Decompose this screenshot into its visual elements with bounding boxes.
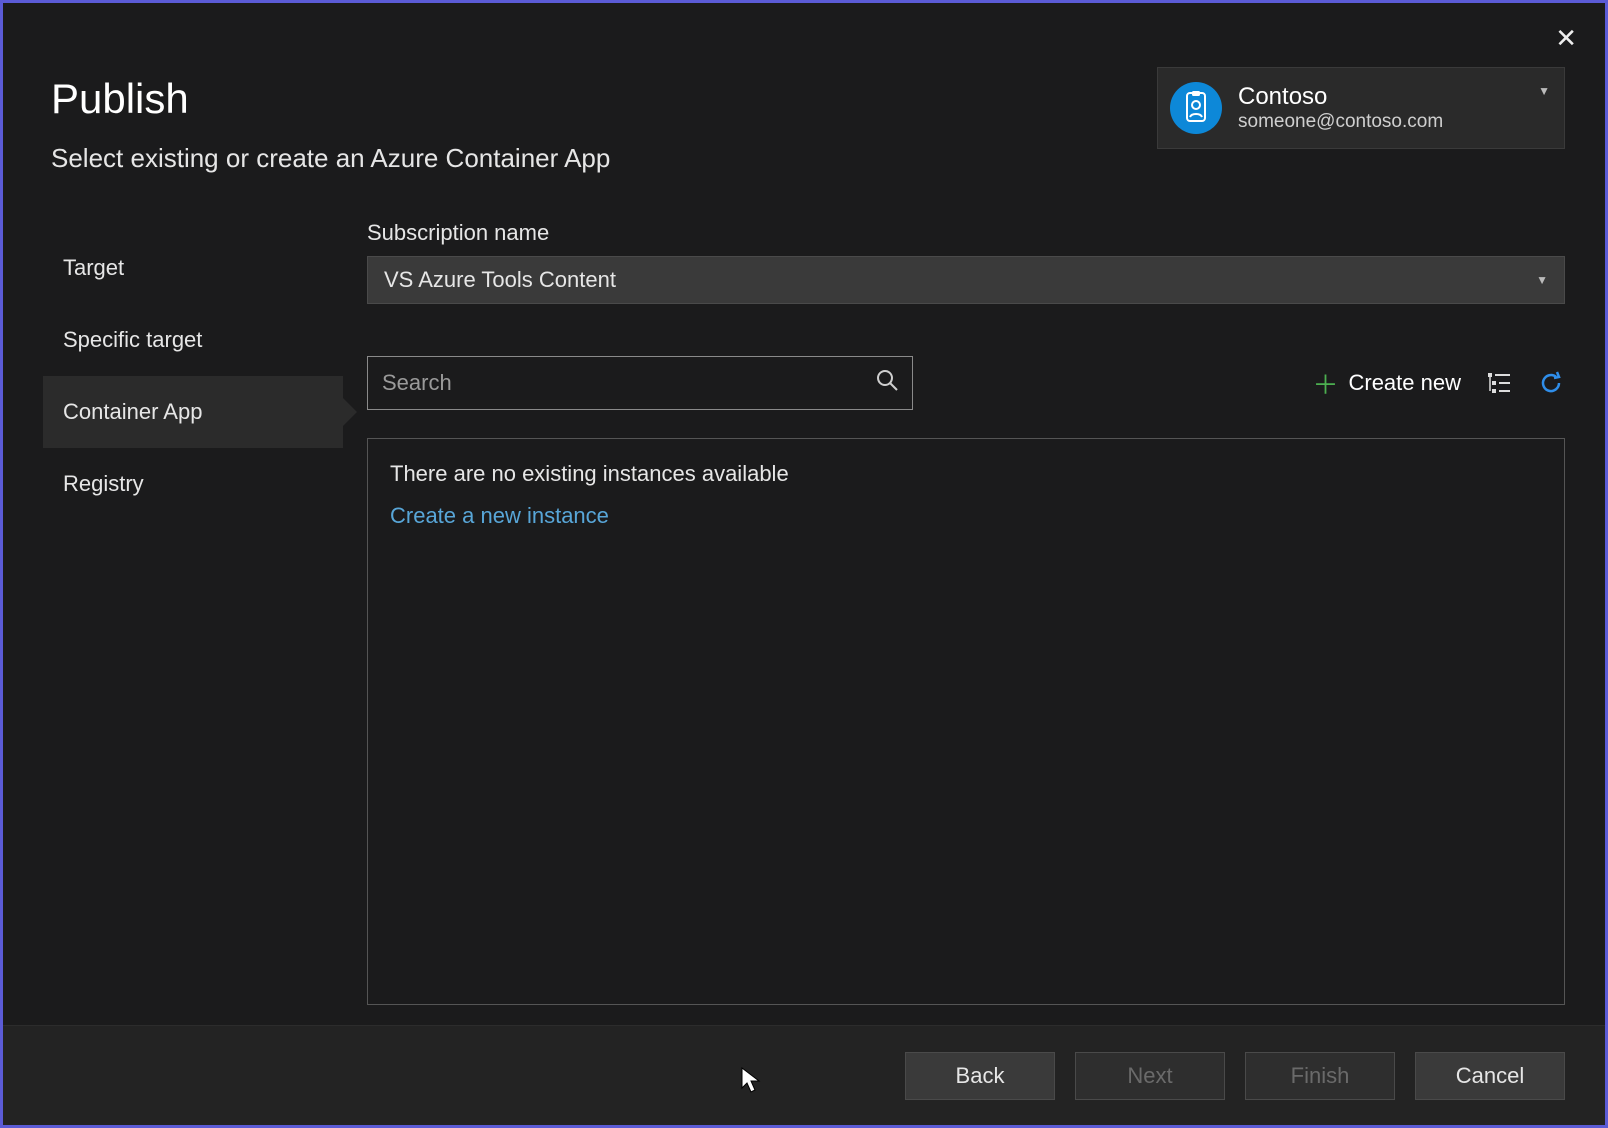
- next-button: Next: [1075, 1052, 1225, 1100]
- refresh-icon[interactable]: [1537, 369, 1565, 397]
- chevron-down-icon: ▼: [1536, 273, 1548, 287]
- finish-button: Finish: [1245, 1052, 1395, 1100]
- search-input-wrapper[interactable]: [367, 356, 913, 410]
- sidebar-item-specific-target[interactable]: Specific target: [43, 304, 343, 376]
- sidebar-item-label: Registry: [63, 471, 144, 497]
- tree-view-icon[interactable]: [1485, 369, 1513, 397]
- wizard-sidebar: Target Specific target Container App Reg…: [43, 220, 343, 1005]
- account-name: Contoso: [1238, 83, 1522, 111]
- sidebar-item-label: Target: [63, 255, 124, 281]
- instances-list: There are no existing instances availabl…: [367, 438, 1565, 1005]
- account-avatar-icon: [1170, 82, 1222, 134]
- search-icon: [876, 369, 898, 397]
- sidebar-item-label: Container App: [63, 399, 202, 425]
- search-input[interactable]: [382, 370, 876, 396]
- subscription-label: Subscription name: [367, 220, 1565, 246]
- chevron-down-icon: ▼: [1538, 84, 1552, 98]
- sidebar-item-label: Specific target: [63, 327, 202, 353]
- account-picker[interactable]: Contoso someone@contoso.com ▼: [1157, 67, 1565, 149]
- create-new-button[interactable]: ＋ Create new: [1312, 365, 1461, 402]
- back-button[interactable]: Back: [905, 1052, 1055, 1100]
- sidebar-item-container-app[interactable]: Container App: [43, 376, 343, 448]
- subscription-dropdown[interactable]: VS Azure Tools Content ▼: [367, 256, 1565, 304]
- subscription-value: VS Azure Tools Content: [384, 267, 616, 293]
- empty-state-text: There are no existing instances availabl…: [390, 461, 1542, 487]
- sidebar-item-target[interactable]: Target: [43, 232, 343, 304]
- create-new-label: Create new: [1348, 370, 1461, 396]
- plus-icon: ＋: [1312, 365, 1338, 402]
- create-new-instance-link[interactable]: Create a new instance: [390, 503, 1542, 529]
- account-email: someone@contoso.com: [1238, 111, 1522, 133]
- cancel-button[interactable]: Cancel: [1415, 1052, 1565, 1100]
- sidebar-item-registry[interactable]: Registry: [43, 448, 343, 520]
